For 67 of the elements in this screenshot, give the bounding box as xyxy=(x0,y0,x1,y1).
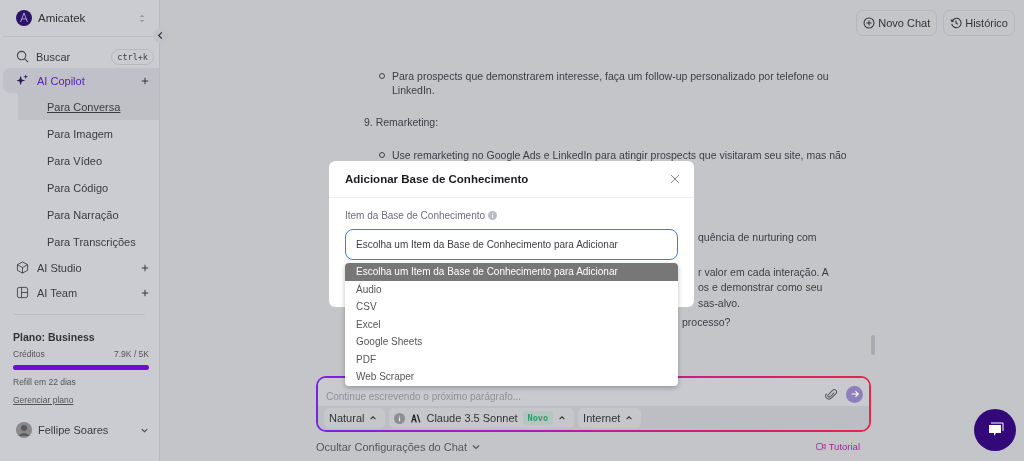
nav-section[interactable]: AI Studio xyxy=(3,255,159,280)
layout-icon xyxy=(16,286,29,299)
search-icon xyxy=(16,50,29,63)
option-selector[interactable]: Internet xyxy=(578,408,642,428)
chat-support-button[interactable] xyxy=(974,409,1016,451)
nav-item[interactable]: Para Transcrições xyxy=(18,228,159,255)
credits-label: Créditos xyxy=(13,349,45,359)
plus-icon[interactable] xyxy=(141,263,149,272)
send-button[interactable] xyxy=(846,385,863,403)
chat-text: sas-alvo. xyxy=(698,295,741,311)
plan-title: Plano: Business xyxy=(12,331,96,343)
workspace-name: Amicatek xyxy=(38,12,87,24)
history-icon xyxy=(950,17,963,29)
nav-item[interactable]: Para Narração xyxy=(18,201,159,228)
dropdown-option[interactable]: Web Scraper xyxy=(345,368,678,386)
chat-text: quência de nurturing com xyxy=(698,230,818,245)
bullet-text: Para prospects que demonstrarem interesse, faça um follow-up personalizado por telefone ou LinkedIn. xyxy=(392,69,830,97)
nav-section[interactable]: AI Team xyxy=(3,280,159,305)
nav-item[interactable]: Para Conversa xyxy=(18,93,159,120)
paperclip-icon[interactable] xyxy=(825,387,838,401)
caret-icon xyxy=(558,414,567,422)
new-badge: Novo xyxy=(522,411,554,425)
dropdown-option[interactable]: Excel xyxy=(345,315,678,333)
history-button[interactable]: Histórico xyxy=(943,10,1015,36)
model-logo-icon xyxy=(410,413,422,423)
dropdown-option[interactable]: CSV xyxy=(345,298,678,316)
close-button[interactable] xyxy=(670,174,680,184)
field-label: Item da Base de Conhecimento xyxy=(345,210,486,221)
logo-icon xyxy=(16,10,32,26)
chat-text: processo? xyxy=(682,315,732,330)
avatar-icon xyxy=(16,422,32,438)
bullet-text: Use remarketing no Google Ads e LinkedIn para atingir prospects que visitaram seu site, mas não xyxy=(392,148,848,162)
info-icon xyxy=(488,211,498,220)
option-selector[interactable]: Natural xyxy=(324,408,386,428)
numbered-heading: 9. Remarketing: xyxy=(364,115,440,129)
chevron-left-icon xyxy=(156,31,165,40)
nav-section[interactable]: AI Copilot xyxy=(3,68,159,93)
nav-item[interactable]: Para Código xyxy=(18,174,159,201)
credits-value: 7.9K / 5K xyxy=(114,349,149,359)
sparkle-icon xyxy=(16,74,29,87)
select-field[interactable]: Escolha um Item da Base de Conhecimento para Adicionar xyxy=(345,229,678,260)
caret-icon xyxy=(369,414,378,422)
user-menu[interactable]: Fellipe Soares xyxy=(3,422,159,438)
tutorial-link[interactable]: Tutorial xyxy=(815,441,860,452)
chat-text: r valor em cada interação. A xyxy=(698,264,830,280)
dropdown-option[interactable]: Áudio xyxy=(345,280,678,298)
dropdown-option[interactable]: Escolha um Item da Base de Conhecimento para Adicionar xyxy=(345,263,678,281)
modal-title: Adicionar Base de Conhecimento xyxy=(345,173,529,185)
hide-settings-link[interactable]: Ocultar Configurações do Chat xyxy=(316,440,482,453)
info-icon xyxy=(394,412,406,424)
nav-item[interactable]: Para Imagem xyxy=(18,120,159,147)
nav-item[interactable]: Para Vídeo xyxy=(18,147,159,174)
model-selector[interactable]: Claude 3.5 Sonnet Novo xyxy=(389,408,575,428)
manage-plan-link[interactable]: Gerenciar plano xyxy=(3,387,74,405)
caret-icon xyxy=(625,414,634,422)
new-chat-button[interactable]: Novo Chat xyxy=(856,10,938,36)
dropdown-option[interactable]: PDF xyxy=(345,350,678,368)
arrow-right-icon xyxy=(849,389,860,399)
search-item[interactable]: Buscar ctrl+k xyxy=(3,45,159,68)
chat-text: os e demonstrar como seu xyxy=(698,280,824,295)
plus-circle-icon xyxy=(863,17,876,29)
video-icon xyxy=(815,442,826,451)
plus-icon[interactable] xyxy=(141,76,149,85)
dropdown-option[interactable]: Google Sheets xyxy=(345,333,678,351)
plus-icon[interactable] xyxy=(141,288,149,297)
cube-icon xyxy=(16,261,29,274)
refill-text: Refill em 22 dias xyxy=(12,376,77,387)
